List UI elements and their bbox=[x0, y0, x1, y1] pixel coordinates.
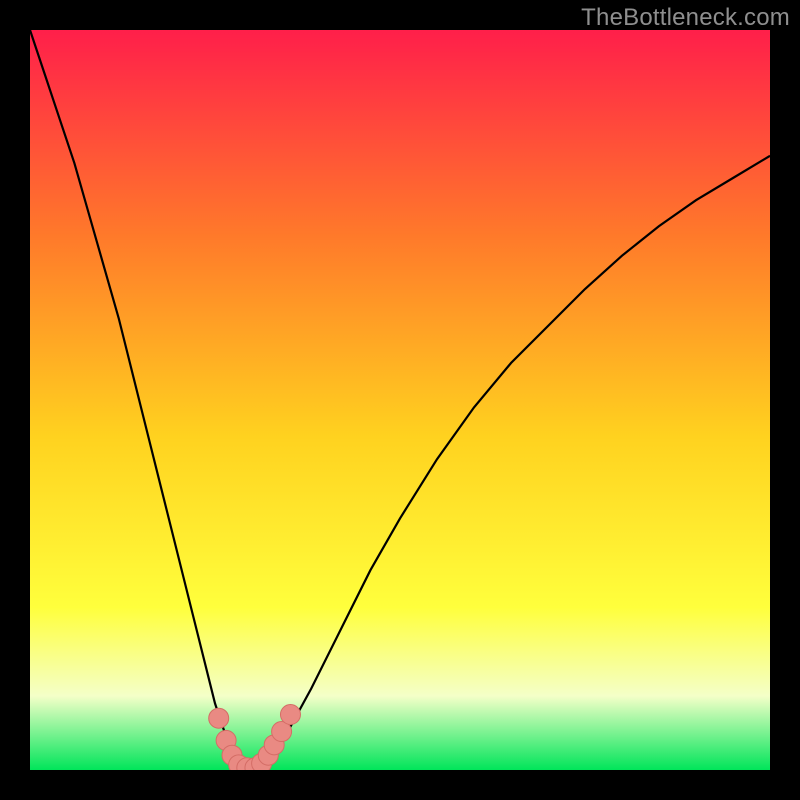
gradient-background bbox=[30, 30, 770, 770]
curve-marker bbox=[209, 708, 229, 728]
watermark-text: TheBottleneck.com bbox=[581, 4, 790, 32]
plot-area bbox=[30, 30, 770, 770]
curve-marker bbox=[280, 705, 300, 725]
chart-frame: TheBottleneck.com bbox=[0, 0, 800, 800]
chart-svg bbox=[30, 30, 770, 770]
